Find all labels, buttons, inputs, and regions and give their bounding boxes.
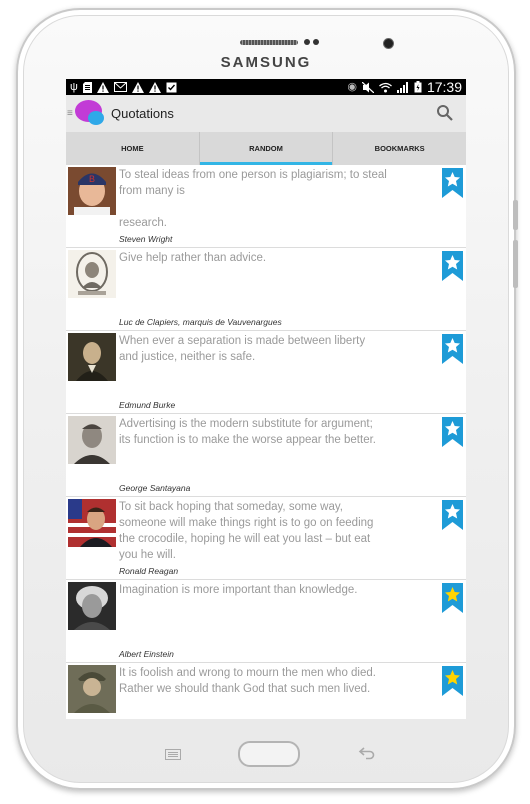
tab-random[interactable]: RANDOM: [199, 132, 334, 165]
quote-text: It is foolish and wrong to mourn the men…: [119, 667, 376, 695]
quote-author: Edmund Burke: [119, 400, 176, 410]
search-icon[interactable]: [436, 104, 454, 122]
svg-text:B: B: [89, 174, 95, 184]
signal-icon: [396, 81, 408, 93]
quote-row[interactable]: Give help rather than advice. Luc de Cla…: [66, 248, 466, 331]
app-logo-icon[interactable]: [75, 99, 105, 129]
author-photo: [68, 416, 116, 464]
gmail-icon: [113, 82, 127, 92]
bookmark-star-icon[interactable]: [442, 583, 463, 613]
tab-bookmarks[interactable]: BOOKMARKS: [333, 132, 466, 165]
quote-row[interactable]: Imagination is more important than knowl…: [66, 580, 466, 663]
drawer-indicator-icon[interactable]: ≡: [67, 108, 75, 119]
quote-author: Luc de Clapiers, marquis de Vauvenargues: [119, 317, 282, 327]
bookmark-star-icon[interactable]: [442, 666, 463, 696]
tab-home[interactable]: HOME: [66, 132, 200, 165]
author-photo: [68, 665, 116, 713]
status-bar: ψ ◉ 17:39: [66, 79, 466, 95]
battery-icon: [414, 81, 422, 93]
quote-row[interactable]: It is foolish and wrong to mourn the men…: [66, 663, 466, 719]
front-camera: [383, 38, 394, 49]
quote-text: When ever a separation is made between l…: [119, 335, 366, 363]
bookmark-star-icon[interactable]: [442, 500, 463, 530]
menu-key-icon[interactable]: [165, 749, 181, 760]
quote-row[interactable]: When ever a separation is made between l…: [66, 331, 466, 414]
volume-button: [513, 200, 518, 230]
clipboard-check-icon: [166, 82, 177, 93]
back-key-icon[interactable]: [358, 746, 376, 760]
quote-author: Steven Wright: [119, 234, 173, 244]
author-photo: [68, 582, 116, 630]
author-photo: [68, 333, 116, 381]
notification-icons: ψ: [70, 79, 177, 95]
quote-row[interactable]: B To steal ideas from one person is plag…: [66, 165, 466, 248]
quote-row[interactable]: Advertising is the modern substitute for…: [66, 414, 466, 497]
quote-author: Albert Einstein: [119, 649, 174, 659]
mute-icon: [361, 81, 374, 93]
sensor-dot: [313, 39, 319, 45]
brand-logo: SAMSUNG: [220, 54, 312, 71]
bookmark-star-icon[interactable]: [442, 168, 463, 198]
tab-bar: HOME RANDOM BOOKMARKS: [66, 132, 466, 165]
action-bar: ≡ Quotations: [66, 95, 466, 132]
quote-text: To sit back hoping that someday, some wa…: [119, 501, 374, 561]
sd-card-icon: [82, 81, 92, 93]
wifi-icon: [379, 82, 392, 92]
speaker-grille: [240, 40, 298, 45]
quote-text: Imagination is more important than knowl…: [119, 584, 358, 596]
quote-list: B To steal ideas from one person is plag…: [66, 165, 466, 719]
app-screen: ψ ◉ 17:39 ≡ Quotations HOME RANDOM BOOKM…: [66, 79, 466, 719]
warning-icon: [131, 81, 144, 93]
quote-text: Advertising is the modern substitute for…: [119, 418, 376, 446]
quote-author: Ronald Reagan: [119, 566, 179, 576]
sensor-dot: [304, 39, 310, 45]
bookmark-star-icon[interactable]: [442, 417, 463, 447]
home-key[interactable]: [238, 741, 300, 767]
warning-icon: [96, 81, 109, 93]
clock: 17:39: [426, 79, 462, 95]
bookmark-star-icon[interactable]: [442, 334, 463, 364]
author-photo: [68, 499, 116, 547]
author-photo: B: [68, 167, 116, 215]
quote-text: Give help rather than advice.: [119, 252, 267, 264]
quote-row[interactable]: To sit back hoping that someday, some wa…: [66, 497, 466, 580]
eye-icon: ◉: [347, 81, 357, 93]
warning-icon: [148, 81, 161, 93]
app-title: Quotations: [111, 106, 174, 121]
power-button: [513, 240, 518, 288]
bookmark-star-icon[interactable]: [442, 251, 463, 281]
hardware-nav: [18, 740, 514, 780]
system-icons: ◉ 17:39: [347, 79, 462, 95]
usb-icon: ψ: [70, 81, 78, 93]
author-photo: [68, 250, 116, 298]
quote-author: George Santayana: [119, 483, 191, 493]
quote-text: To steal ideas from one person is plagia…: [119, 169, 387, 229]
